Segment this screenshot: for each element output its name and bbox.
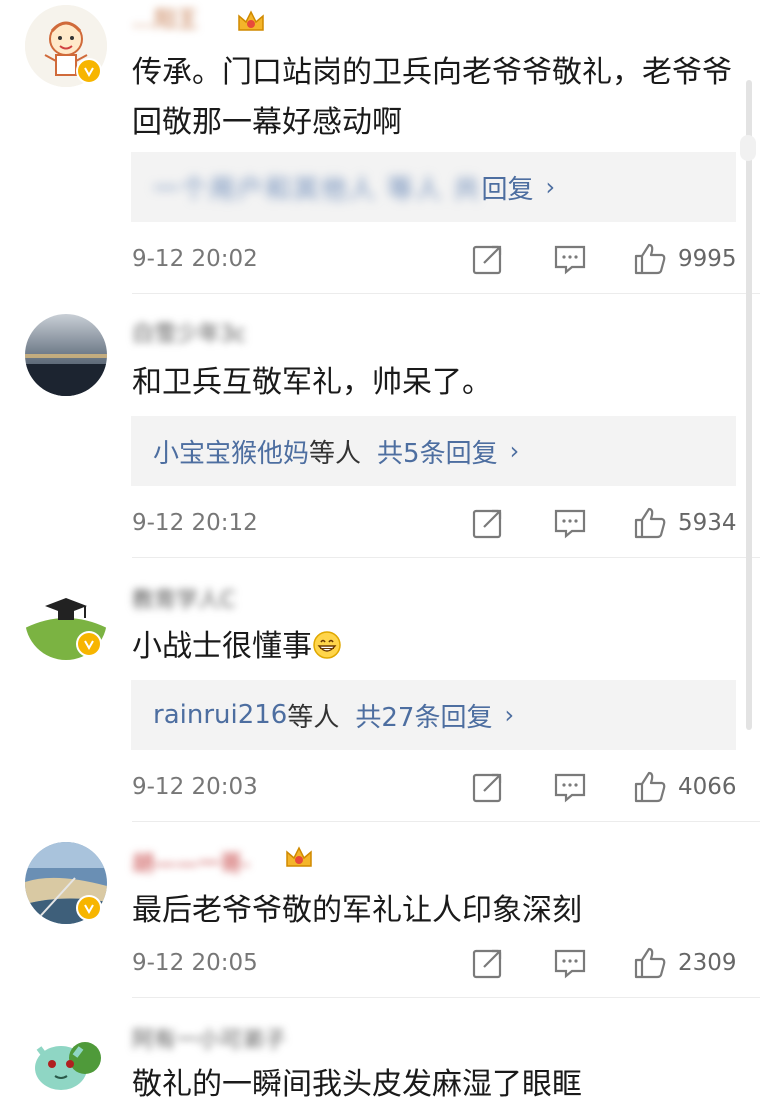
like-count: 9995 bbox=[678, 246, 737, 272]
night-sky-avatar-icon bbox=[25, 314, 107, 396]
reply-count: 共5条回复 bbox=[377, 438, 498, 469]
username[interactable]: 白雪少年3c bbox=[132, 316, 246, 347]
reply-others: 等人 bbox=[287, 702, 340, 733]
comment-text-body: 小战士很懂事 bbox=[132, 629, 312, 664]
comment-meta: 9-12 20:02 9995 bbox=[132, 239, 737, 279]
thumbs-up-icon bbox=[634, 771, 666, 803]
share-icon[interactable] bbox=[470, 945, 506, 981]
thumbs-up-icon bbox=[634, 243, 666, 275]
scrollbar-track[interactable] bbox=[746, 80, 752, 730]
avatar[interactable] bbox=[25, 314, 107, 396]
reply-preview[interactable]: 一个用户和其他人 等人 共 回复 › bbox=[131, 152, 736, 222]
verified-badge-icon bbox=[76, 895, 102, 921]
share-icon[interactable] bbox=[470, 769, 506, 805]
bulbasaur-avatar-icon bbox=[25, 1018, 107, 1100]
like-count: 2309 bbox=[678, 950, 737, 976]
chevron-right-icon: › bbox=[545, 173, 556, 201]
username[interactable]: 阿有一小可弟子 bbox=[132, 1022, 286, 1053]
comment-icon[interactable] bbox=[552, 241, 588, 277]
comment-text: 传承。门口站岗的卫兵向老爷爷敬礼，老爷爷回敬那一幕好感动啊 bbox=[132, 55, 732, 140]
divider bbox=[132, 293, 760, 294]
like-button[interactable]: 5934 bbox=[632, 505, 737, 541]
like-button[interactable]: 2309 bbox=[632, 945, 737, 981]
crown-icon bbox=[286, 846, 312, 867]
verified-badge-icon bbox=[76, 631, 102, 657]
share-icon[interactable] bbox=[470, 241, 506, 277]
comment-icon[interactable] bbox=[552, 769, 588, 805]
username[interactable]: …阳王 bbox=[132, 2, 198, 33]
reply-count: 回复 bbox=[481, 174, 534, 205]
comment-text: 敬礼的一瞬间我头皮发麻湿了眼眶 bbox=[132, 1067, 582, 1102]
grin-emoji-icon bbox=[313, 631, 341, 659]
crown-icon bbox=[238, 10, 264, 31]
chevron-right-icon: › bbox=[509, 437, 520, 465]
like-count: 5934 bbox=[678, 510, 737, 536]
divider bbox=[132, 557, 760, 558]
comment-meta: 9-12 20:12 5934 bbox=[132, 503, 737, 543]
comment-list: …阳王 传承。门口站岗的卫兵向老爷爷敬礼，老爷爷回敬那一幕好感动啊 一个用户和其… bbox=[0, 0, 760, 1106]
thumbs-up-icon bbox=[634, 947, 666, 979]
scrollbar-thumb[interactable] bbox=[740, 135, 756, 161]
divider bbox=[132, 997, 760, 998]
like-count: 4066 bbox=[678, 774, 737, 800]
reply-user[interactable]: 小宝宝猴他妈 bbox=[153, 433, 309, 470]
avatar[interactable] bbox=[25, 1018, 107, 1100]
comment-text: 小战士很懂事 bbox=[132, 622, 734, 672]
reply-preview[interactable]: rainrui216 等人 共27条回复 › bbox=[131, 680, 736, 750]
comment-icon[interactable] bbox=[552, 505, 588, 541]
thumbs-up-icon bbox=[634, 507, 666, 539]
reply-users-blurred: 一个用户和其他人 等人 共 bbox=[153, 174, 482, 205]
verified-badge-icon bbox=[76, 58, 102, 84]
comment-meta: 9-12 20:05 2309 bbox=[132, 943, 737, 983]
divider bbox=[132, 821, 760, 822]
chevron-right-icon: › bbox=[504, 701, 515, 729]
like-button[interactable]: 4066 bbox=[632, 769, 737, 805]
comment-meta: 9-12 20:03 4066 bbox=[132, 767, 737, 807]
comment-icon[interactable] bbox=[552, 945, 588, 981]
comment-text: 和卫兵互敬军礼，帅呆了。 bbox=[132, 365, 492, 400]
like-button[interactable]: 9995 bbox=[632, 241, 737, 277]
share-icon[interactable] bbox=[470, 505, 506, 541]
reply-count: 共27条回复 bbox=[355, 702, 493, 733]
username[interactable]: 胡——一哥- bbox=[132, 846, 250, 877]
reply-user[interactable]: rainrui216 bbox=[153, 700, 287, 730]
reply-preview[interactable]: 小宝宝猴他妈 等人 共5条回复 › bbox=[131, 416, 736, 486]
username[interactable]: 教育学人C bbox=[132, 582, 235, 613]
comment-text: 最后老爷爷敬的军礼让人印象深刻 bbox=[132, 893, 582, 928]
reply-others: 等人 bbox=[309, 438, 362, 469]
